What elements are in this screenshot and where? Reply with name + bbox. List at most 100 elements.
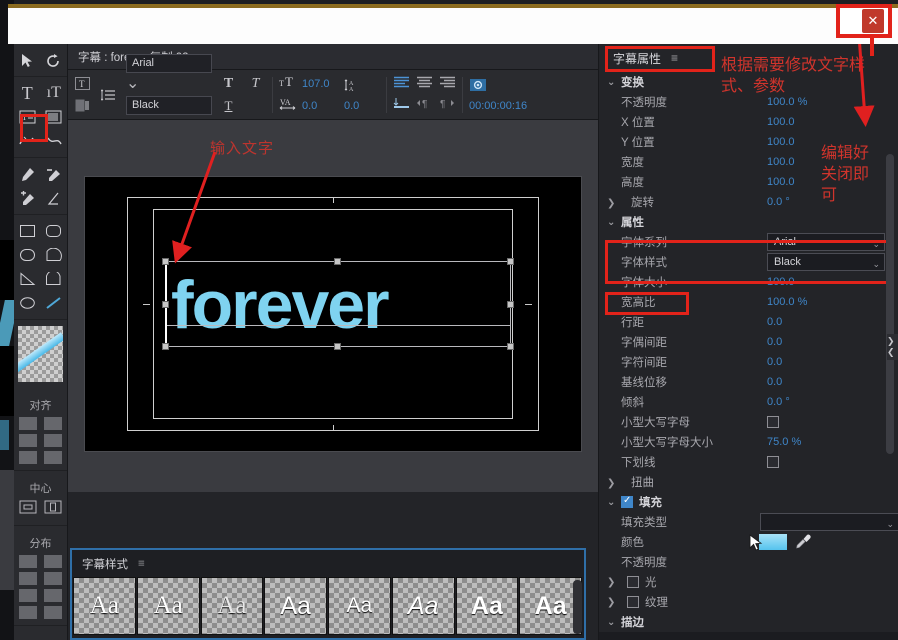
style-tile[interactable]: Aa <box>73 577 136 635</box>
property-row-distort[interactable]: ❯ 扭曲 <box>599 472 898 492</box>
property-row-font-family[interactable]: 字体系列 Arial ⌄ <box>599 232 898 252</box>
property-row-fill-type[interactable]: 填充类型 ⌄ <box>599 512 898 532</box>
ltr-direction-button[interactable]: ¶ <box>416 96 433 114</box>
resize-handle-br[interactable] <box>507 343 514 350</box>
style-tile[interactable]: Aa <box>136 577 200 635</box>
selection-tool[interactable] <box>14 48 41 72</box>
chevron-right-icon[interactable]: ❯ <box>607 577 621 588</box>
clipped-rectangle-tool[interactable] <box>14 243 41 267</box>
property-row-slant[interactable]: 倾斜 0.0 ° <box>599 392 898 412</box>
property-row-width[interactable]: 宽度 100.0 <box>599 152 898 172</box>
sheen-checkbox[interactable] <box>627 576 639 588</box>
align-left-button[interactable] <box>393 75 410 93</box>
rotate-tool[interactable] <box>41 48 68 72</box>
style-tile[interactable]: Aa <box>391 577 455 635</box>
font-style-value[interactable]: Black <box>126 96 212 115</box>
align-middle-v-icon[interactable] <box>44 434 62 447</box>
timecode-value[interactable]: 00:00:00:16 <box>469 100 535 112</box>
chevron-right-icon[interactable]: ❯ <box>607 597 621 608</box>
resize-handle-tl[interactable] <box>162 258 169 265</box>
property-row-rotation[interactable]: ❯ 旋转 0.0 ° <box>599 192 898 212</box>
rectangle-tool[interactable] <box>14 219 41 243</box>
arc-tool[interactable] <box>41 267 68 291</box>
align-bottom-icon[interactable] <box>44 451 62 464</box>
video-stage[interactable]: forever <box>84 176 582 452</box>
property-row-sheen[interactable]: ❯ 光 <box>599 572 898 592</box>
property-group-fill[interactable]: ⌄ 填充 <box>599 492 898 512</box>
kerning-value[interactable]: 0.0 <box>302 100 338 112</box>
ellipse-tool[interactable] <box>14 291 41 315</box>
fill-type-dropdown[interactable]: ⌄ <box>760 513 898 531</box>
property-row-aspect[interactable]: 宽高比 100.0 % <box>599 292 898 312</box>
rounded-rectangle-tool[interactable] <box>41 219 68 243</box>
pen-tool[interactable] <box>14 162 41 186</box>
vertical-path-type-tool[interactable] <box>41 129 68 153</box>
align-right-icon[interactable] <box>19 451 37 464</box>
title-doc-icon[interactable] <box>72 96 93 115</box>
resize-handle-bl[interactable] <box>162 343 169 350</box>
area-type-tool[interactable]: T <box>14 105 41 129</box>
distribute-space-h-icon[interactable] <box>19 606 37 619</box>
property-group-stroke[interactable]: ⌄ 描边 <box>599 612 898 632</box>
resize-handle-bc[interactable] <box>334 343 341 350</box>
property-row-underline[interactable]: 下划线 <box>599 452 898 472</box>
font-family-value[interactable]: Arial <box>126 54 212 73</box>
underline-button[interactable]: T <box>218 96 239 115</box>
property-row-font-style[interactable]: 字体样式 Black ⌄ <box>599 252 898 272</box>
property-row-font-size[interactable]: 字体大小 100.0 <box>599 272 898 292</box>
property-row-height[interactable]: 高度 100.0 <box>599 172 898 192</box>
resize-handle-tc[interactable] <box>334 258 341 265</box>
property-row-leading[interactable]: 行距 0.0 <box>599 312 898 332</box>
kerning-icon[interactable]: VA <box>279 96 297 115</box>
style-tile[interactable]: Aa <box>328 577 391 635</box>
panel-collapse-toggle[interactable]: ❯❮ <box>887 334 898 360</box>
distribute-bottom-icon[interactable] <box>44 589 62 602</box>
style-tile[interactable]: Aa <box>264 577 327 635</box>
line-tool[interactable] <box>41 291 68 315</box>
align-right-button[interactable] <box>439 75 456 93</box>
center-horizontal-icon[interactable] <box>19 500 37 519</box>
line-spacing-icon[interactable] <box>99 85 120 104</box>
chevron-right-icon[interactable]: ❯ <box>607 198 621 209</box>
font-family-select[interactable]: Arial ⌄ <box>126 54 212 93</box>
italic-button[interactable]: T <box>245 74 266 93</box>
show-video-icon[interactable] <box>469 78 535 97</box>
resize-handle-tr[interactable] <box>507 258 514 265</box>
triangle-tool[interactable] <box>14 267 41 291</box>
chevron-right-icon[interactable]: ❯ <box>607 478 621 489</box>
property-row-small-caps[interactable]: 小型大写字母 <box>599 412 898 432</box>
styles-panel-menu-icon[interactable]: ≡ <box>138 558 145 570</box>
distribute-left-icon[interactable] <box>19 555 37 568</box>
property-row-kerning[interactable]: 字偶间距 0.0 <box>599 332 898 352</box>
property-row-baseline-shift[interactable]: 基线位移 0.0 <box>599 372 898 392</box>
distribute-space-v-icon[interactable] <box>44 606 62 619</box>
title-type-icon[interactable]: T <box>72 74 93 93</box>
font-size-value[interactable]: 107.0 <box>302 78 338 90</box>
style-tile[interactable]: Aa <box>200 577 264 635</box>
path-type-tool[interactable] <box>14 129 41 153</box>
wedge-tool[interactable] <box>41 243 68 267</box>
property-group-transform[interactable]: ⌄ 变换 <box>599 72 898 92</box>
property-row-opacity[interactable]: 不透明度 100.0 % <box>599 92 898 112</box>
texture-checkbox[interactable] <box>627 596 639 608</box>
property-row-texture[interactable]: ❯ 纹理 <box>599 592 898 612</box>
font-size-icon[interactable]: TT <box>279 74 297 93</box>
property-row-small-caps-size[interactable]: 小型大写字母大小 75.0 % <box>599 432 898 452</box>
convert-anchor-tool[interactable] <box>41 186 68 210</box>
distribute-center-h-icon[interactable] <box>19 572 37 585</box>
small-caps-checkbox[interactable] <box>767 416 779 428</box>
align-top-icon[interactable] <box>44 417 62 430</box>
font-style-dropdown[interactable]: Black ⌄ <box>767 253 885 271</box>
properties-menu-icon[interactable]: ≡ <box>671 51 678 65</box>
bold-button[interactable]: T <box>218 74 239 93</box>
type-tool[interactable]: T <box>14 81 41 105</box>
eyedropper-icon[interactable] <box>795 533 812 553</box>
distribute-center-v-icon[interactable] <box>44 572 62 585</box>
property-row-fill-opacity[interactable]: 不透明度 <box>599 552 898 572</box>
properties-scrollbar[interactable] <box>886 154 894 454</box>
leading-icon[interactable]: AA <box>344 78 360 97</box>
align-center-h-icon[interactable] <box>19 434 37 447</box>
resize-handle-ml[interactable] <box>162 301 169 308</box>
styles-scrollbar[interactable] <box>573 580 582 634</box>
delete-anchor-tool[interactable] <box>41 162 68 186</box>
